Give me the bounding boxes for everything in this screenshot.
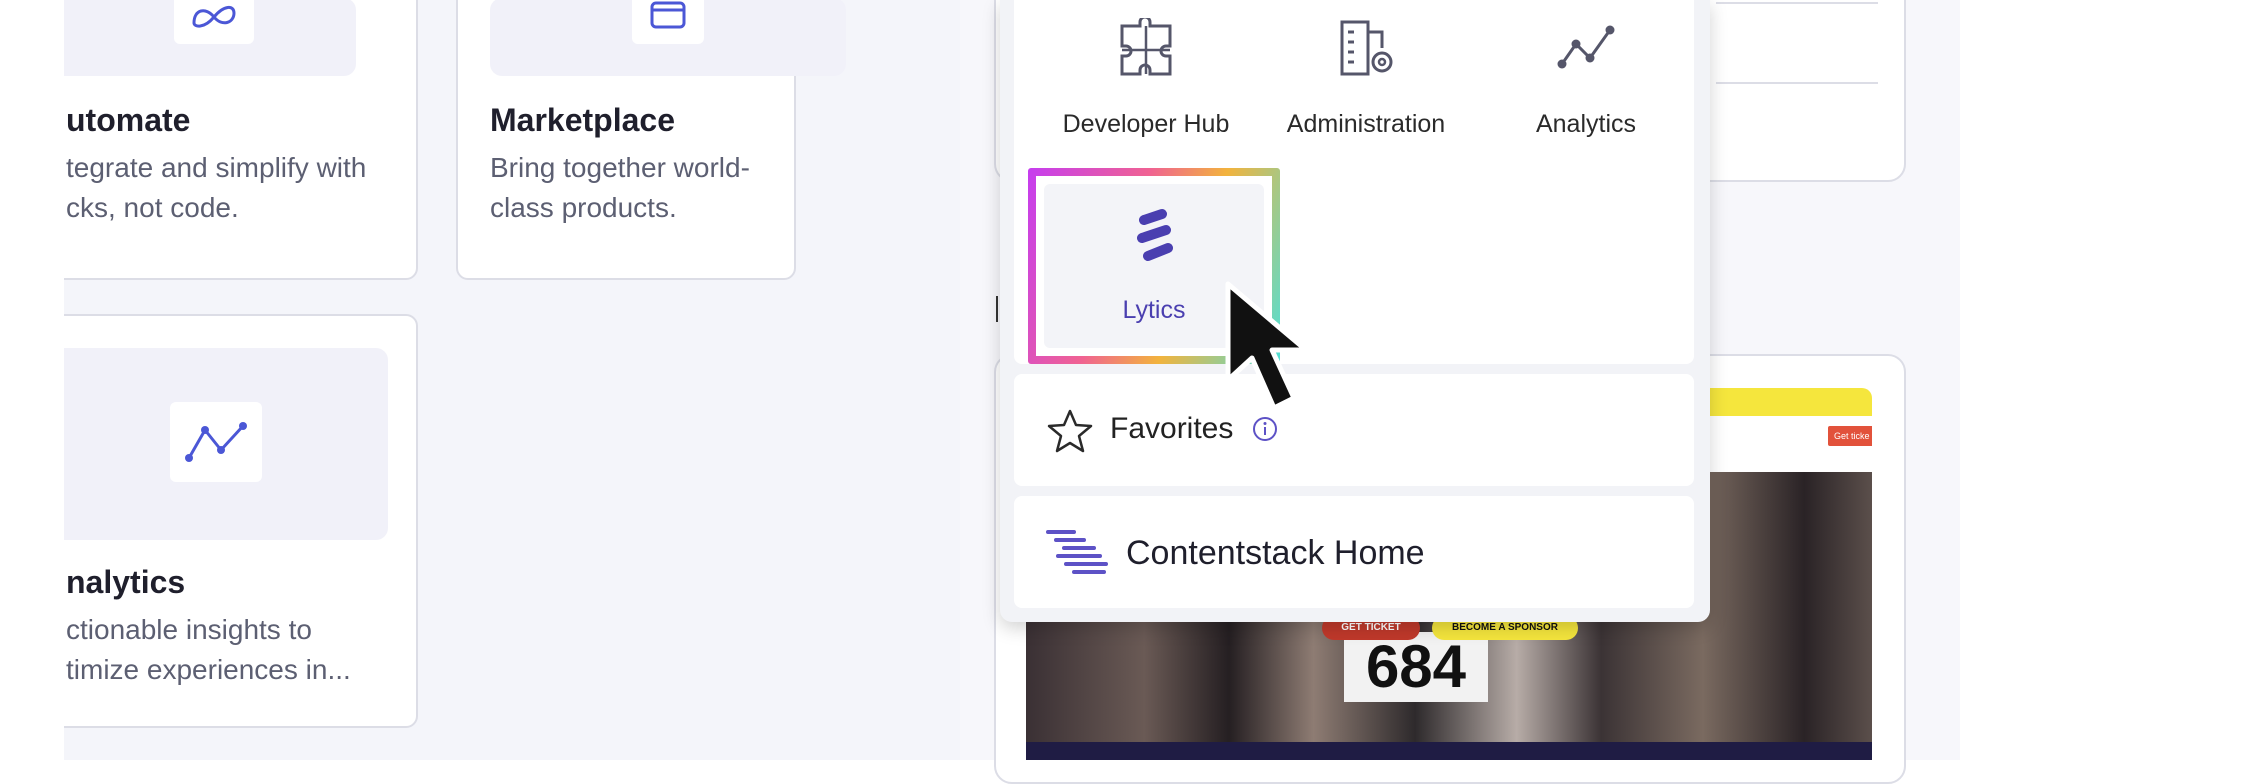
divider: [1716, 2, 1878, 4]
puzzle-icon: [1120, 18, 1172, 76]
right-margin: [2016, 0, 2254, 760]
divider: [1716, 82, 1878, 84]
app-label: Administration: [1286, 110, 1446, 138]
automate-card[interactable]: utomate tegrate and simplify with cks, n…: [64, 0, 418, 280]
app-analytics[interactable]: Analytics: [1476, 0, 1696, 150]
analytics-icon: [170, 402, 262, 482]
card-thumbnail: [64, 0, 356, 76]
app-label: Developer Hub: [1062, 110, 1230, 138]
card-thumbnail: [64, 348, 388, 540]
app-developer-hub[interactable]: Developer Hub: [1036, 0, 1256, 150]
banner-footer: [1026, 742, 1872, 760]
app-administration[interactable]: Administration: [1256, 0, 1476, 150]
card-description: Bring together world- class products.: [490, 152, 750, 223]
card-title: nalytics: [66, 564, 186, 600]
card-thumbnail: [490, 0, 846, 76]
text-cursor: [996, 296, 998, 322]
infinity-icon: [174, 0, 254, 44]
marketplace-card[interactable]: Marketplace Bring together world- class …: [456, 0, 846, 280]
apps-grid: Developer Hub Administration Analytics L…: [1014, 0, 1694, 364]
analytics-icon: [1557, 25, 1615, 69]
bib-number: 684: [1344, 632, 1488, 702]
mouse-pointer-icon: [1225, 281, 1309, 411]
app-label: Analytics: [1535, 110, 1637, 138]
contentstack-logo-icon: [1046, 530, 1108, 574]
contentstack-home-label: Contentstack Home: [1126, 534, 1425, 572]
lytics-logo-icon: [1137, 209, 1173, 261]
card-title: utomate: [66, 102, 191, 138]
card-description: tegrate and simplify with cks, not code.: [66, 152, 367, 223]
card-description: ctionable insights to timize experiences…: [66, 614, 351, 685]
app-switcher-dropdown: Developer Hub Administration Analytics L…: [1000, 0, 1710, 622]
marketplace-icon: [632, 0, 704, 44]
get-ticket-top-button[interactable]: Get ticke: [1828, 426, 1872, 446]
star-icon: [1047, 409, 1093, 453]
card-title: Marketplace: [490, 102, 675, 138]
building-gear-icon: [1340, 20, 1393, 76]
analytics-card[interactable]: nalytics ctionable insights to timize ex…: [64, 314, 418, 728]
favorites-row[interactable]: Favorites: [1014, 374, 1694, 486]
contentstack-home-row[interactable]: Contentstack Home: [1014, 496, 1694, 608]
favorites-label: Favorites: [1110, 412, 1234, 445]
marketplace-page: utomate tegrate and simplify with cks, n…: [64, 0, 960, 760]
